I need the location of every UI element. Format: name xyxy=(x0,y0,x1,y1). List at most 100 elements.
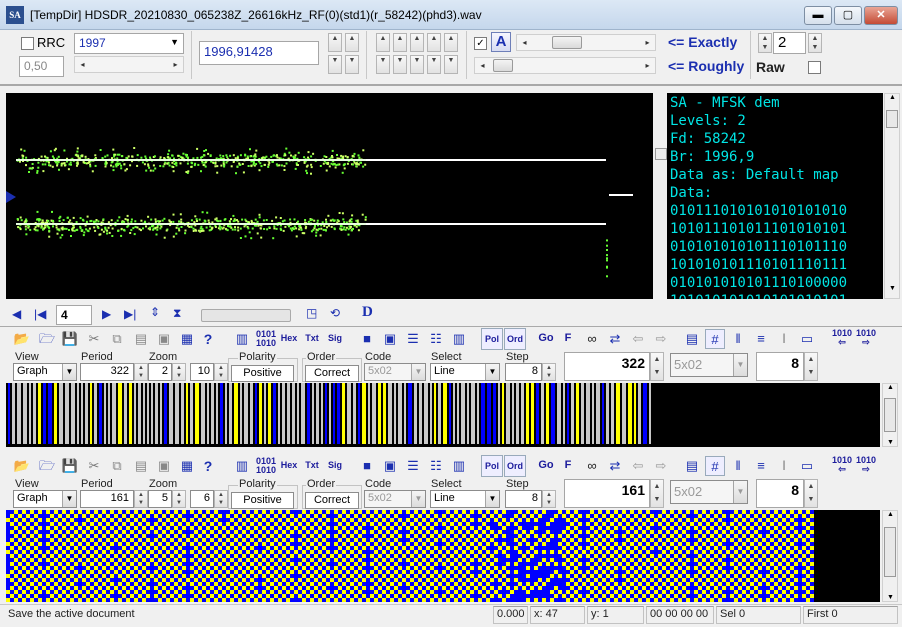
clipboard-icon[interactable]: ▣ xyxy=(154,329,174,349)
window2-icon[interactable]: ▣ xyxy=(380,329,400,349)
print-icon[interactable]: ▦ xyxy=(177,329,197,349)
view-select[interactable]: Graph ▼ xyxy=(13,490,77,508)
spin-down[interactable]: ▼ xyxy=(427,55,441,74)
txt-button[interactable]: Txt xyxy=(302,455,322,477)
pol-button[interactable]: Pol xyxy=(481,328,503,350)
print-icon[interactable]: ▦ xyxy=(177,456,197,476)
levels-spinner[interactable]: ▲ ▼ xyxy=(758,33,772,53)
columns-icon[interactable]: ▥ xyxy=(449,329,469,349)
zoom-b-spinner[interactable]: ▲ ▼ xyxy=(214,363,228,381)
rrc-checkbox[interactable] xyxy=(21,37,34,50)
step-spinner[interactable]: ▲ ▼ xyxy=(542,363,556,381)
last-page-icon[interactable]: ▶| xyxy=(124,307,136,321)
help-icon[interactable]: ? xyxy=(198,329,218,349)
step-field[interactable]: 8 xyxy=(505,490,542,508)
spin-down[interactable]: ▼ xyxy=(345,55,359,74)
document-icon[interactable]: ▭ xyxy=(797,329,817,349)
code-select[interactable]: 5x02 ▼ xyxy=(364,363,426,381)
go-button[interactable]: Go xyxy=(536,328,556,350)
signal-display[interactable] xyxy=(6,93,653,299)
step-spinner[interactable]: ▲ ▼ xyxy=(542,490,556,508)
maximize-button[interactable]: ▢ xyxy=(834,6,862,25)
year-select[interactable]: 1997 ▼ xyxy=(74,33,184,54)
align-icon[interactable]: ≡ xyxy=(751,329,771,349)
zoom-b-spinner[interactable]: ▲ ▼ xyxy=(214,490,228,508)
window1-icon[interactable]: ■ xyxy=(357,456,377,476)
f-button[interactable]: F xyxy=(560,455,576,477)
decoder-scrollbar[interactable]: ▲ ▼ xyxy=(884,93,900,299)
refresh-icon[interactable]: ⟲ xyxy=(330,306,340,320)
spin-up[interactable]: ▲ xyxy=(427,33,441,52)
rows-icon[interactable]: ☰ xyxy=(403,329,423,349)
paste-icon[interactable]: ▤ xyxy=(131,456,151,476)
go-button[interactable]: Go xyxy=(536,455,556,477)
swap-right-button[interactable]: 1010 ⇨ xyxy=(855,328,877,350)
spin-down[interactable]: ▼ xyxy=(376,55,390,74)
vbars-icon[interactable]: ‖ xyxy=(728,456,748,476)
bitmap-panel-1[interactable] xyxy=(6,383,880,447)
back-arrow-icon[interactable]: ⇦ xyxy=(628,329,648,349)
view-select[interactable]: Graph ▼ xyxy=(13,363,77,381)
hex-button[interactable]: Hex xyxy=(279,455,299,477)
spin-up[interactable]: ▲ xyxy=(393,33,407,52)
polarity-button[interactable]: Positive xyxy=(231,492,294,509)
title-bar[interactable]: SA [TempDir] HDSDR_20210830_065238Z_2661… xyxy=(0,0,902,30)
fit-icon[interactable]: ◳ xyxy=(306,306,317,320)
save-icon[interactable]: 💾 xyxy=(60,329,80,349)
grid-view-icon[interactable]: # xyxy=(705,456,725,476)
exact-slider[interactable]: ◂ ▸ xyxy=(516,34,656,51)
grid-icon[interactable]: ▥ xyxy=(232,329,252,349)
clipboard-icon[interactable]: ▣ xyxy=(154,456,174,476)
spin-up[interactable]: ▲ xyxy=(376,33,390,52)
split-icon[interactable]: ☷ xyxy=(426,329,446,349)
bits-button[interactable]: 0101 1010 xyxy=(256,328,276,350)
step-big-field[interactable]: 8 xyxy=(756,352,804,381)
swap-right-button[interactable]: 1010 ⇨ xyxy=(855,455,877,477)
forward-arrow-icon[interactable]: ⇨ xyxy=(651,329,671,349)
decoder-text-panel[interactable]: SA - MFSK dem Levels: 2 Fd: 58242 Br: 1996,… xyxy=(667,93,883,299)
levels-count-field[interactable]: 2 xyxy=(773,32,806,54)
page-field[interactable]: 4 xyxy=(56,305,92,325)
period-spinner[interactable]: ▲ ▼ xyxy=(134,490,148,508)
sig-button[interactable]: Sig xyxy=(325,328,345,350)
hex-button[interactable]: Hex xyxy=(279,328,299,350)
period-field[interactable]: 161 xyxy=(80,490,134,508)
order-button[interactable]: Correct xyxy=(305,492,359,509)
rrc-value-field[interactable]: 0,50 xyxy=(19,56,64,77)
italic-icon[interactable]: Ⅰ xyxy=(774,456,794,476)
bitmap-panel-2[interactable] xyxy=(6,510,880,602)
rows-icon[interactable]: ☰ xyxy=(403,456,423,476)
minimize-button[interactable]: ▬ xyxy=(804,6,832,25)
period-big-spinner[interactable]: ▲ ▼ xyxy=(650,479,664,508)
window2-icon[interactable]: ▣ xyxy=(380,456,400,476)
period-big-field[interactable]: 322 xyxy=(564,352,650,381)
updown-icon[interactable]: ⇕ xyxy=(150,305,160,319)
period-big-field[interactable]: 161 xyxy=(564,479,650,508)
italic-icon[interactable]: Ⅰ xyxy=(774,329,794,349)
spin-down[interactable]: ▼ xyxy=(393,55,407,74)
document-icon[interactable]: ▭ xyxy=(797,456,817,476)
split-icon[interactable]: ☷ xyxy=(426,456,446,476)
find-replace-icon[interactable]: ⇄ xyxy=(605,329,625,349)
period-big-spinner[interactable]: ▲ ▼ xyxy=(650,352,664,381)
select-select[interactable]: Line ▼ xyxy=(430,490,500,508)
forward-arrow-icon[interactable]: ⇨ xyxy=(651,456,671,476)
spin-up[interactable]: ▲ xyxy=(328,33,342,52)
txt-button[interactable]: Txt xyxy=(302,328,322,350)
hourglass-icon[interactable]: ⧗ xyxy=(173,306,181,321)
back-arrow-icon[interactable]: ⇦ xyxy=(628,456,648,476)
binoculars-icon[interactable]: ∞ xyxy=(582,456,602,476)
step-field[interactable]: 8 xyxy=(505,363,542,381)
open-icon[interactable]: 📂 xyxy=(12,456,32,476)
table-icon[interactable]: ▤ xyxy=(682,329,702,349)
cut-icon[interactable]: ✂ xyxy=(84,456,104,476)
order-button[interactable]: Correct xyxy=(305,365,359,382)
zoom-b-field[interactable]: 10 xyxy=(190,363,214,381)
spin-up[interactable]: ▲ xyxy=(410,33,424,52)
zoom-a-field[interactable]: 2 xyxy=(148,363,172,381)
align-icon[interactable]: ≡ xyxy=(751,456,771,476)
code-big-select[interactable]: 5x02 ▼ xyxy=(670,353,748,377)
spin-down[interactable]: ▼ xyxy=(444,55,458,74)
zoom-a-spinner[interactable]: ▲ ▼ xyxy=(172,490,186,508)
copy-icon[interactable]: ⧉ xyxy=(107,329,127,349)
